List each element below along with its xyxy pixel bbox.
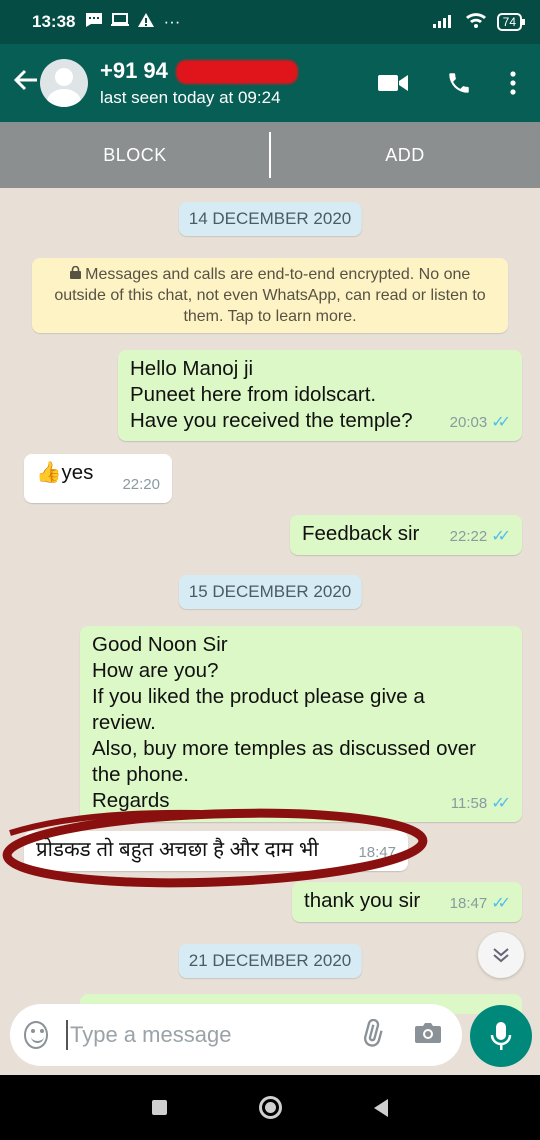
message-line: the phone. <box>92 763 189 786</box>
attachment-icon[interactable] <box>358 1018 386 1052</box>
microphone-icon <box>490 1022 512 1050</box>
message-time: 18:47 <box>449 895 488 912</box>
message-incoming[interactable]: 👍yes 22:20 <box>24 454 172 503</box>
emoji-icon[interactable] <box>24 1021 49 1049</box>
add-button[interactable]: ADD <box>270 145 540 166</box>
last-seen-status: last seen today at 09:24 <box>100 88 281 107</box>
voice-record-button[interactable] <box>470 1005 532 1067</box>
message-outgoing[interactable]: Hello Manoj ji Puneet here from idolscar… <box>118 350 522 441</box>
chat-header: +91 94 last seen today at 09:24 <box>0 44 540 122</box>
contact-info[interactable]: +91 94 last seen today at 09:24 <box>100 58 378 108</box>
more-notifications-icon: ··· <box>163 12 181 31</box>
message-line: Also, buy more temples as discussed over <box>92 737 476 760</box>
chat-area[interactable]: 14 DECEMBER 2020 Messages and calls are … <box>0 188 540 1075</box>
date-chip: 14 DECEMBER 2020 <box>178 202 362 236</box>
status-bar: 13:38 ··· 74 <box>0 0 540 44</box>
message-outgoing[interactable]: Good Noon Sir How are you? If you liked … <box>80 626 522 822</box>
message-time: 22:22 <box>449 528 488 545</box>
contact-name: +91 94 <box>100 58 168 83</box>
divider <box>269 132 271 178</box>
back-icon[interactable] <box>374 1098 388 1117</box>
thumbs-up-icon: 👍 <box>36 461 62 484</box>
message-outgoing[interactable]: Feedback sir 22:22 ✓✓ <box>290 515 522 555</box>
message-time: 11:58 <box>450 795 488 812</box>
home-icon[interactable] <box>259 1096 282 1119</box>
voice-call-icon[interactable] <box>446 70 472 96</box>
message-time: 22:20 <box>122 476 160 493</box>
double-check-icon: ✓✓ <box>491 528 511 545</box>
message-line: If you liked the product please give a <box>92 685 425 708</box>
camera-icon[interactable] <box>414 1021 442 1050</box>
text-cursor <box>66 1020 68 1050</box>
more-options-icon[interactable] <box>510 71 516 95</box>
status-time: 13:38 <box>32 12 76 31</box>
video-call-icon[interactable] <box>378 73 408 93</box>
message-text: yes <box>61 461 94 484</box>
system-navigation-bar <box>0 1075 540 1140</box>
wifi-icon <box>465 12 487 33</box>
double-check-icon: ✓✓ <box>491 414 511 431</box>
message-outgoing[interactable]: thank you sir 18:47 ✓✓ <box>292 882 522 922</box>
double-check-icon: ✓✓ <box>491 795 511 812</box>
block-button[interactable]: BLOCK <box>0 145 270 166</box>
message-line: How are you? <box>92 659 219 682</box>
warning-icon <box>137 12 155 33</box>
lock-icon <box>69 265 85 283</box>
recent-apps-icon[interactable] <box>152 1100 167 1115</box>
encryption-notice[interactable]: Messages and calls are end-to-end encryp… <box>32 258 508 333</box>
message-line: Hello Manoj ji <box>130 357 254 380</box>
contact-avatar[interactable] <box>40 59 88 107</box>
message-line: Puneet here from idolscart. <box>130 383 377 406</box>
encryption-notice-text: Messages and calls are end-to-end encryp… <box>54 266 486 325</box>
redaction-mark <box>176 60 298 84</box>
unknown-contact-bar: BLOCK ADD <box>0 122 540 188</box>
back-arrow-icon[interactable] <box>8 67 44 99</box>
date-chip: 21 DECEMBER 2020 <box>178 944 362 978</box>
message-line: review. <box>92 711 156 734</box>
signal-icon <box>432 12 455 33</box>
scroll-down-button[interactable] <box>478 932 524 978</box>
battery-icon: 74 <box>496 13 526 31</box>
double-check-icon: ✓✓ <box>491 895 511 912</box>
message-input[interactable] <box>70 1022 358 1048</box>
message-composer <box>10 1004 462 1066</box>
message-line: Good Noon Sir <box>92 633 228 656</box>
message-time: 20:03 <box>449 414 488 431</box>
message-icon <box>85 12 103 33</box>
double-chevron-down-icon <box>493 948 509 963</box>
laptop-icon <box>111 12 130 33</box>
date-chip: 15 DECEMBER 2020 <box>178 575 362 609</box>
